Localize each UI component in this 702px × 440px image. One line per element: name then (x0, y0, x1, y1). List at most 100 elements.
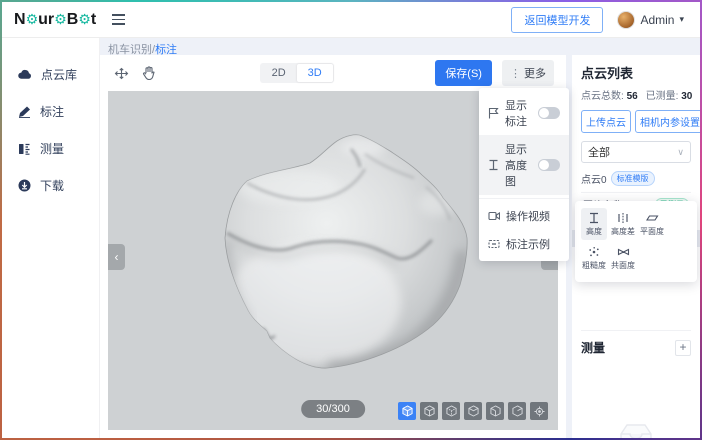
tool-coplanarity[interactable]: 共面度 (610, 242, 636, 274)
measure-empty-state: 暂无测量 (581, 418, 691, 438)
menu-divider (479, 198, 569, 199)
mode-3d-button[interactable]: 3D (297, 64, 333, 82)
example-icon (488, 239, 500, 249)
image-counter: 30/300 (301, 400, 365, 418)
view-back-button[interactable] (442, 402, 460, 420)
prev-image-button[interactable]: ‹ (108, 244, 125, 270)
sidebar-item-label: 下载 (40, 177, 64, 194)
pointcloud-name: 点云0 (581, 171, 607, 186)
menu-item-tutorial-video[interactable]: 操作视频 (479, 202, 569, 230)
ruler-icon (18, 143, 31, 155)
cube-icon (402, 405, 413, 417)
mode-2d-button[interactable]: 2D (261, 64, 297, 82)
menu-item-annotation-example[interactable]: 标注示例 (479, 230, 569, 258)
filter-value: 全部 (588, 144, 610, 160)
sidebar: 点云库 标注 测量 下载 (2, 38, 100, 438)
pointcloud-panel: 点云列表 点云总数: 56 已测量: 30 上传点云 相机内参设置 全部 ∨ (572, 55, 700, 438)
height-icon (488, 159, 499, 171)
height-tool-icon (588, 212, 600, 224)
sidebar-item-measure[interactable]: 测量 (2, 130, 99, 167)
gear-icon: ⚙ (26, 11, 39, 27)
chevron-down-icon: ▾ (679, 14, 684, 25)
app-frame: N⚙ur⚙B⚙t 返回模型开发 Admin ▾ 点云库 标注 测 (0, 0, 702, 440)
height-diff-icon (617, 212, 629, 224)
more-button[interactable]: ⋮更多 (502, 60, 554, 86)
flatness-icon (646, 212, 659, 224)
total-count: 56 (627, 91, 638, 102)
menu-item-show-heightmap[interactable]: 显示高度图 (479, 135, 569, 195)
breadcrumb: 机车识别/标注 (100, 38, 700, 55)
view-iso-button[interactable] (398, 402, 416, 420)
gear-icon: ⚙ (78, 11, 91, 27)
dots-vertical-icon: ⋮ (510, 67, 521, 80)
filter-select[interactable]: 全部 ∨ (581, 141, 691, 163)
sidebar-item-label: 标注 (40, 103, 64, 120)
pointcloud-counts: 点云总数: 56 已测量: 30 (581, 87, 691, 102)
top-header: N⚙ur⚙B⚙t 返回模型开发 Admin ▾ (2, 2, 700, 38)
header-right: 返回模型开发 Admin ▾ (511, 7, 700, 33)
chevron-down-icon: ∨ (677, 147, 684, 158)
tool-grid: 高度 高度差 平面度 (581, 208, 691, 274)
cube-icon (424, 405, 435, 417)
measure-title: 测量 (581, 339, 605, 356)
app-body: 点云库 标注 测量 下载 机车识别/标注 (2, 38, 700, 438)
logo: N⚙ur⚙B⚙t (2, 11, 100, 29)
move-icon (114, 66, 129, 81)
move-tool-button[interactable] (112, 64, 130, 82)
measured-count: 30 (681, 91, 692, 102)
reset-view-button[interactable] (530, 402, 548, 420)
panel-actions: 上传点云 相机内参设置 (581, 110, 691, 133)
neurobot-app: N⚙ur⚙B⚙t 返回模型开发 Admin ▾ 点云库 标注 测 (2, 2, 700, 438)
upload-pointcloud-button[interactable]: 上传点云 (581, 110, 631, 133)
dimension-toggle: 2D 3D (260, 63, 334, 83)
more-dropdown-menu: 显示标注 显示高度图 操作视频 (479, 88, 569, 261)
cube-icon (512, 405, 523, 417)
empty-tray-icon (613, 418, 659, 438)
panel-title: 点云列表 (581, 63, 691, 82)
view-top-button[interactable] (508, 402, 526, 420)
sidebar-item-download[interactable]: 下载 (2, 167, 99, 204)
pointcloud-group[interactable]: 点云0 标准模版 (581, 171, 691, 193)
logo-text: N⚙ur⚙B⚙t (14, 11, 96, 29)
sidebar-item-label: 测量 (40, 140, 64, 157)
sidebar-item-annotate[interactable]: 标注 (2, 93, 99, 130)
cloud-icon (18, 69, 32, 80)
view-orientation-buttons (398, 402, 548, 420)
add-measure-button[interactable]: + (675, 340, 691, 356)
flag-icon (488, 107, 499, 119)
sidebar-item-pointcloud-library[interactable]: 点云库 (2, 56, 99, 93)
content-row: 2D 3D 保存(S) ⋮更多 显示标注 (100, 55, 700, 438)
view-left-button[interactable] (464, 402, 482, 420)
hand-icon (142, 66, 156, 81)
back-to-model-dev-button[interactable]: 返回模型开发 (511, 7, 603, 33)
sidebar-item-label: 点云库 (41, 66, 77, 83)
menu-item-show-annotations[interactable]: 显示标注 (479, 91, 569, 135)
view-front-button[interactable] (420, 402, 438, 420)
cube-icon (468, 405, 479, 417)
avatar (617, 11, 635, 29)
measure-tools-popover: 高度 高度差 平面度 (575, 201, 697, 282)
toggle-switch[interactable] (538, 107, 560, 119)
pen-icon (18, 106, 31, 118)
toggle-switch[interactable] (538, 159, 560, 171)
pan-tool-button[interactable] (140, 64, 158, 82)
save-button[interactable]: 保存(S) (435, 60, 492, 86)
camera-intrinsics-button[interactable]: 相机内参设置 (635, 110, 700, 133)
menu-fold-icon[interactable] (112, 14, 125, 25)
tool-height[interactable]: 高度 (581, 208, 607, 240)
view-right-button[interactable] (486, 402, 504, 420)
locate-icon (534, 406, 545, 417)
viewer-toolbar: 2D 3D 保存(S) ⋮更多 显示标注 (100, 55, 566, 91)
cube-icon (490, 405, 501, 417)
roughness-icon (588, 246, 600, 258)
gear-icon: ⚙ (54, 11, 67, 27)
tool-flatness[interactable]: 平面度 (639, 208, 665, 240)
tool-height-diff[interactable]: 高度差 (610, 208, 636, 240)
download-icon (18, 179, 31, 192)
main-content: 机车识别/标注 2D 3D (100, 38, 700, 438)
coplanarity-icon (617, 246, 630, 258)
cube-icon (446, 405, 457, 417)
video-icon (488, 211, 500, 221)
tool-roughness[interactable]: 粗糙度 (581, 242, 607, 274)
user-menu[interactable]: Admin ▾ (617, 11, 684, 29)
